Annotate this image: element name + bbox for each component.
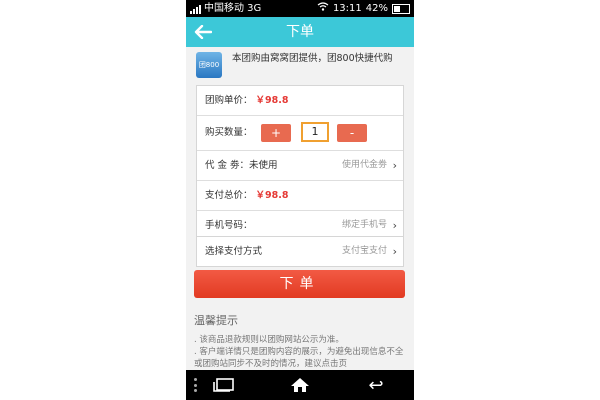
order-form-card: 团购单价： ￥98.8 购买数量： + 1 - 代 金 劵：未使用 使用代金劵 ›… (196, 85, 404, 241)
tips-title: 温馨提示 (194, 314, 238, 327)
time-text: 13:11 (332, 3, 362, 14)
signal-icon (190, 4, 201, 14)
total-price-value: ￥98.8 (255, 190, 289, 201)
tips-line: . 该商品退款规则以团购网站公示为准。 (194, 335, 344, 345)
notice-text: 本团购由窝窝团提供，团800快捷代购 (232, 53, 393, 64)
increase-quantity-button[interactable]: + (261, 124, 291, 142)
menu-dots-icon[interactable] (194, 378, 197, 392)
home-icon[interactable] (280, 370, 320, 400)
decrease-quantity-button[interactable]: - (337, 124, 367, 142)
tuan800-logo: 团800 (196, 52, 222, 78)
tips-line: . 客户端详情只是团购内容的展示，为避免出现信息不全或团购站同步不及时的情况，建… (194, 347, 404, 369)
recent-apps-icon[interactable] (204, 370, 244, 400)
battery-icon (392, 3, 410, 14)
voucher-hint: 使用代金劵 (341, 160, 387, 170)
back-icon[interactable]: ↩ (356, 370, 396, 400)
unit-price-label: 团购单价： (205, 95, 253, 106)
back-icon-glyph: ↩ (368, 374, 384, 396)
place-order-button[interactable]: 下单 (194, 270, 405, 298)
payment-method-label: 选择支付方式 (205, 246, 263, 257)
tips-text: . 该商品退款规则以团购网站公示为准。 . 客户端详情只是团购内容的展示，为避免… (194, 334, 408, 370)
quantity-label: 购买数量： (205, 127, 253, 138)
carrier-text: 中国移动 3G (204, 3, 262, 14)
wifi-icon (317, 0, 329, 17)
unit-price-row: 团购单价： ￥98.8 (197, 86, 403, 116)
status-bar: 中国移动 3G 13:11 42% (186, 0, 414, 17)
battery-text: 42% (365, 3, 388, 14)
unit-price-value: ￥98.8 (255, 95, 289, 106)
total-price-row: 支付总价： ￥98.8 (197, 181, 403, 211)
quantity-row: 购买数量： + 1 - (197, 116, 403, 151)
phone-screen: 中国移动 3G 13:11 42% 下单 团800 本团购由窝窝团提供，团800… (186, 0, 414, 400)
payment-method-hint: 支付宝支付 (341, 246, 387, 256)
quantity-input[interactable]: 1 (301, 122, 329, 142)
chevron-right-icon: › (392, 159, 397, 172)
page-title: 下单 (286, 24, 314, 40)
voucher-label: 代 金 劵：未使用 (205, 160, 278, 171)
voucher-row[interactable]: 代 金 劵：未使用 使用代金劵 › (197, 151, 403, 181)
payment-card: 选择支付方式 支付宝支付 › (196, 236, 404, 267)
total-price-label: 支付总价： (205, 190, 253, 201)
title-bar: 下单 (186, 17, 414, 47)
chevron-right-icon: › (392, 245, 397, 258)
group-notice: 团800 本团购由窝窝团提供，团800快捷代购 (196, 52, 406, 82)
payment-method-row[interactable]: 选择支付方式 支付宝支付 › (197, 237, 403, 266)
nav-bar: ↩ (186, 370, 414, 400)
